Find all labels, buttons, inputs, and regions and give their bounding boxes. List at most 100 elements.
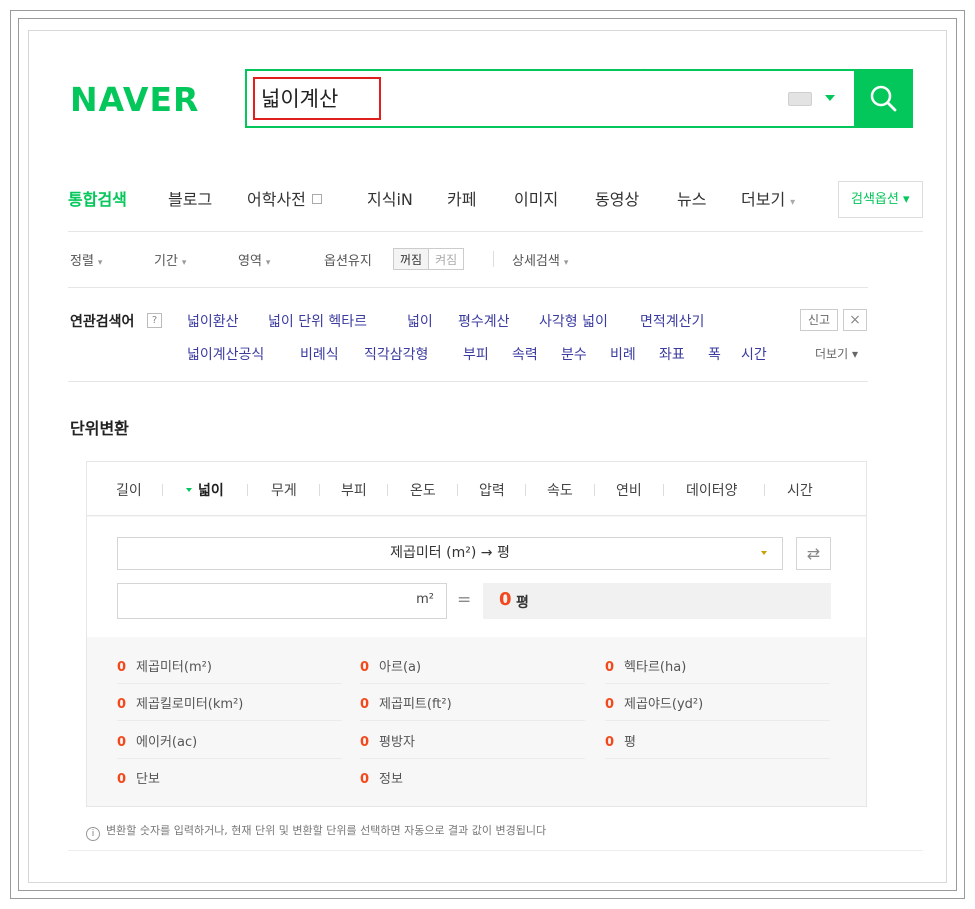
report-button[interactable]: 신고 (800, 309, 838, 331)
result-item-value: 0 (117, 735, 127, 750)
divider (68, 287, 868, 288)
naver-logo[interactable]: NAVER (70, 80, 199, 119)
tab-blog[interactable]: 블로그 (168, 186, 212, 210)
category-temperature[interactable]: 온도 (410, 480, 436, 500)
result-item-unit: 단보 (136, 772, 160, 787)
more-related-button[interactable]: 더보기 ▾ (815, 345, 858, 362)
divider (117, 720, 342, 721)
category-speed[interactable]: 속도 (547, 480, 573, 500)
category-area[interactable]: 넓이 (186, 480, 224, 500)
search-box[interactable] (245, 69, 913, 128)
related-link[interactable]: 면적계산기 (640, 311, 704, 331)
tab-integrated[interactable]: 통합검색 (68, 186, 127, 210)
related-link[interactable]: 평수계산 (458, 311, 510, 331)
related-link[interactable]: 넓이계산공식 (187, 344, 264, 364)
toggle-on-option[interactable]: 켜짐 (429, 249, 463, 269)
divider (525, 484, 526, 496)
tab-more[interactable]: 더보기 ▾ (741, 186, 795, 210)
result-item-unit: 아르(a) (379, 660, 422, 675)
search-input[interactable] (261, 80, 761, 116)
chevron-down-icon: ▾ (265, 258, 271, 268)
related-link[interactable]: 속력 (512, 344, 538, 364)
divider (605, 758, 830, 759)
search-option-button[interactable]: 검색옵션 ▾ (838, 181, 923, 218)
selected-indicator-icon (186, 488, 192, 492)
result-item-unit: 정보 (379, 772, 403, 787)
result-item-unit: 제곱야드(yd²) (624, 697, 704, 712)
search-button[interactable] (854, 69, 913, 128)
category-pressure[interactable]: 압력 (479, 480, 505, 500)
divider (360, 758, 585, 759)
result-item-unit: 평방자 (379, 735, 415, 750)
help-icon[interactable]: ? (147, 313, 162, 328)
category-data[interactable]: 데이터양 (686, 480, 738, 500)
related-link[interactable]: 부피 (463, 344, 489, 364)
value-input[interactable] (126, 588, 406, 614)
category-area-label: 넓이 (198, 483, 224, 499)
category-length[interactable]: 길이 (116, 480, 142, 500)
related-link[interactable]: 비례식 (300, 344, 339, 364)
result-item-value: 0 (117, 697, 127, 712)
category-fuel-economy[interactable]: 연비 (616, 480, 642, 500)
related-link[interactable]: 사각형 넓이 (539, 311, 608, 331)
close-icon[interactable]: × (843, 309, 867, 331)
related-link[interactable]: 직각삼각형 (364, 344, 428, 364)
chevron-down-icon[interactable] (825, 95, 835, 101)
converter-body: 제곱미터 (m²) → 평 ⇄ m² = 0 평 (87, 517, 866, 637)
keyboard-icon[interactable] (788, 92, 812, 106)
swap-icon: ⇄ (806, 544, 821, 563)
related-link[interactable]: 폭 (708, 344, 721, 364)
result-unit: 평 (516, 595, 529, 611)
filter-bar: 정렬 ▾ 기간 ▾ 영역 ▾ 옵션유지 상세검색 ▾ (68, 250, 668, 272)
result-item-unit: 제곱피트(ft²) (379, 697, 452, 712)
related-link[interactable]: 넓이환산 (187, 311, 239, 331)
related-link[interactable]: 분수 (561, 344, 587, 364)
related-link[interactable]: 시간 (741, 344, 767, 364)
tab-kin[interactable]: 지식iN (367, 186, 413, 210)
sort-label: 정렬 (70, 254, 94, 269)
related-link[interactable]: 비례 (610, 344, 636, 364)
result-item: 0평 (605, 731, 636, 750)
result-item: 0 정보 (360, 768, 403, 787)
area-filter[interactable]: 영역 ▾ (238, 250, 270, 269)
value-input-field[interactable]: m² (117, 583, 447, 619)
advanced-search-filter[interactable]: 상세검색 ▾ (512, 250, 568, 269)
result-item-value: 0 (605, 697, 615, 712)
divider (764, 484, 765, 496)
divider (605, 720, 830, 721)
related-link[interactable]: 넓이 단위 헥타르 (268, 311, 367, 331)
result-item: 0 제곱야드(yd²) (605, 693, 703, 712)
divider (68, 381, 868, 382)
chevron-down-icon: ▾ (97, 258, 103, 268)
category-weight[interactable]: 무게 (271, 480, 297, 500)
equals-sign: = (457, 590, 472, 610)
window-icon (311, 194, 322, 204)
chevron-down-icon (761, 551, 767, 555)
section-title: 단위변환 (70, 419, 129, 438)
unit-select[interactable]: 제곱미터 (m²) → 평 (117, 537, 783, 570)
keep-option-toggle[interactable]: 꺼짐 켜짐 (393, 248, 465, 270)
more-related-label: 더보기 (815, 347, 849, 361)
related-link[interactable]: 넓이 (407, 311, 433, 331)
category-time[interactable]: 시간 (787, 480, 813, 500)
tab-cafe[interactable]: 카페 (447, 186, 476, 210)
tab-image[interactable]: 이미지 (514, 186, 558, 210)
divider (360, 683, 585, 684)
chevron-down-icon: ▾ (563, 258, 569, 268)
tab-more-label: 더보기 (741, 190, 786, 209)
tab-news[interactable]: 뉴스 (677, 186, 706, 210)
tab-video[interactable]: 동영상 (595, 186, 639, 210)
result-item-value: 0 (360, 660, 370, 675)
period-filter[interactable]: 기간 ▾ (154, 250, 186, 269)
swap-units-button[interactable]: ⇄ (796, 537, 831, 570)
category-volume[interactable]: 부피 (341, 480, 367, 500)
divider (663, 484, 664, 496)
period-label: 기간 (154, 254, 178, 269)
sort-filter[interactable]: 정렬 ▾ (70, 250, 102, 269)
related-link[interactable]: 좌표 (659, 344, 685, 364)
result-value: 0 (499, 589, 512, 610)
tab-dictionary[interactable]: 어학사전 (247, 186, 322, 210)
divider (117, 683, 342, 684)
toggle-off-option[interactable]: 꺼짐 (394, 249, 430, 269)
result-item-unit: 제곱미터(m²) (136, 660, 212, 675)
